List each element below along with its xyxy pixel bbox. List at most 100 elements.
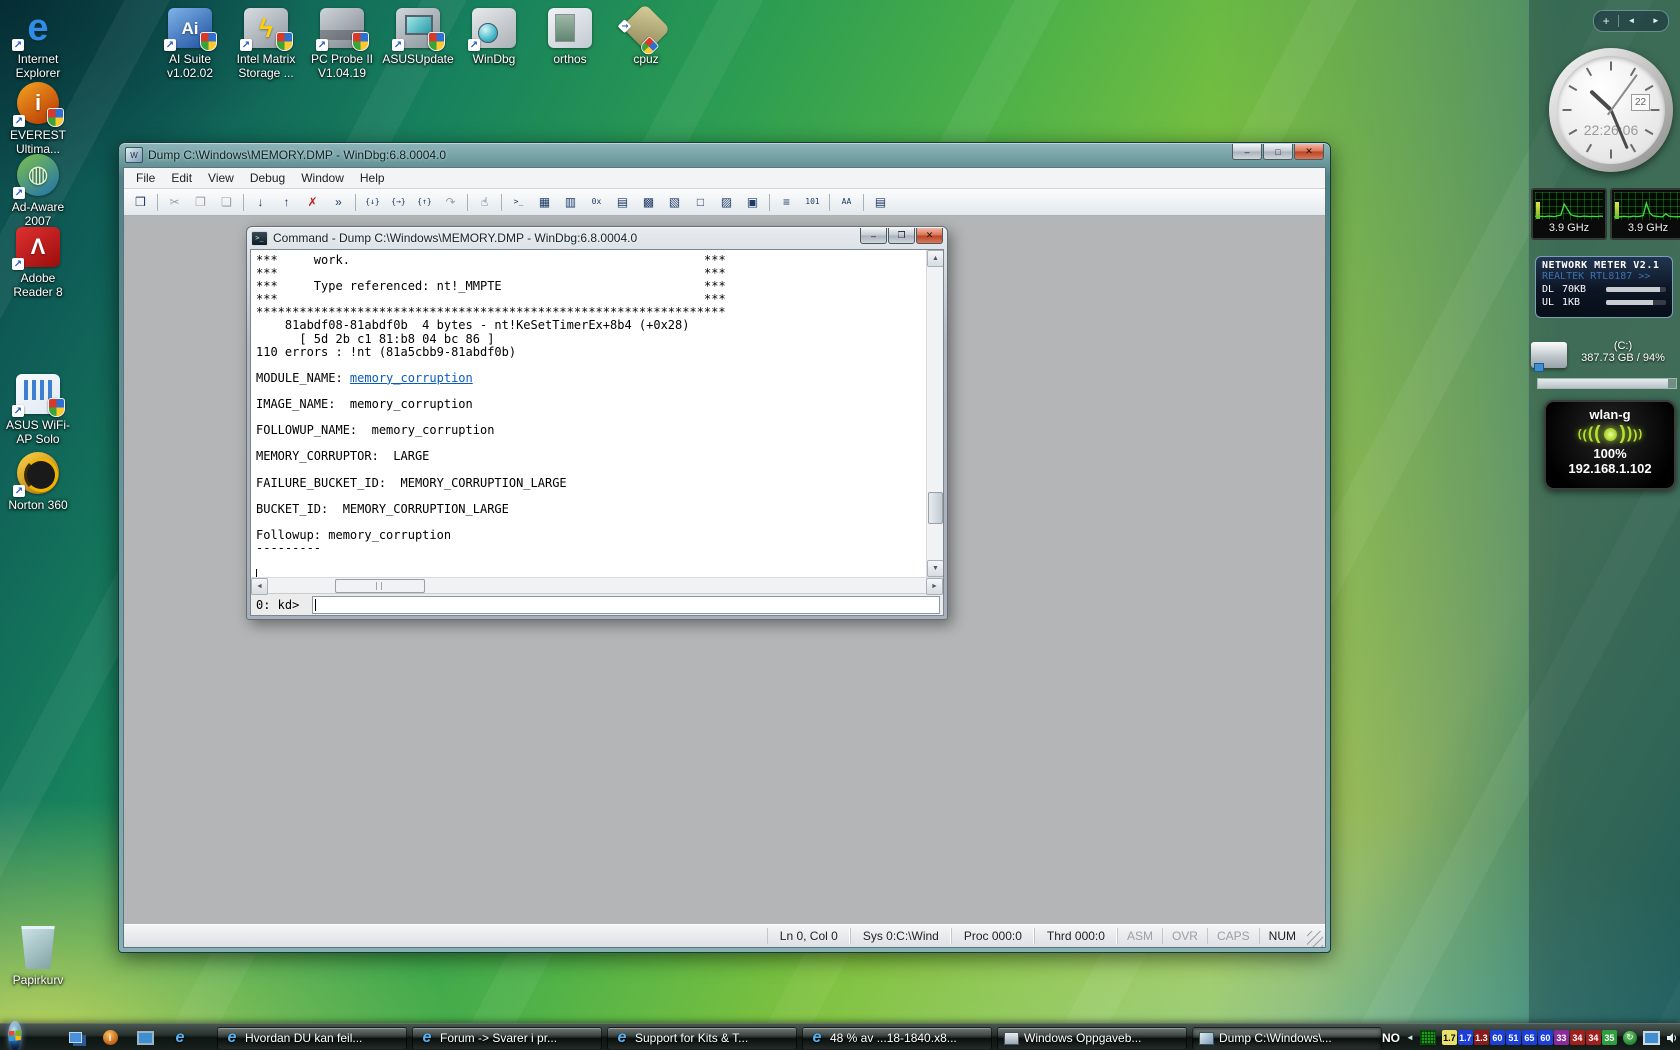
desktop-icon-recycle-bin[interactable]: Papirkurv	[0, 926, 76, 988]
taskbar-buttons: eHvordan DU kan feil...eForum -> Svarer …	[217, 1026, 1382, 1050]
desktop-icon-ai-suite[interactable]: Ai↗AI Suite v1.02.02	[152, 8, 228, 81]
minimize-button[interactable]: –	[1232, 144, 1262, 160]
desktop-icon-norton-360[interactable]: ↺↗Norton 360	[0, 452, 76, 513]
memory-corruption-link[interactable]: memory_corruption	[350, 371, 473, 385]
break-icon[interactable]: »	[326, 191, 351, 213]
command-browser-icon[interactable]: ▣	[740, 191, 765, 213]
taskbar-button-hvordan-du-kan-feil[interactable]: eHvordan DU kan feil...	[217, 1027, 407, 1050]
processes-window-icon[interactable]: ▨	[714, 191, 739, 213]
step-into-icon[interactable]: {↓}	[360, 191, 385, 213]
bars-detail	[24, 380, 52, 400]
start-button[interactable]	[8, 1021, 22, 1050]
command-window-icon[interactable]: >_	[506, 191, 531, 213]
add-gadget-button[interactable]: +	[1594, 12, 1618, 30]
locals-window-icon[interactable]: ▥	[558, 191, 583, 213]
update-tray-icon[interactable]: ↻	[1623, 1031, 1637, 1045]
display-tray-icon[interactable]	[1643, 1031, 1660, 1045]
open-source-file-icon[interactable]: ❒	[128, 191, 153, 213]
menu-debug[interactable]: Debug	[242, 170, 293, 186]
wlan-center-dot	[1604, 428, 1617, 441]
desktop-icon-orthos[interactable]: orthos	[532, 8, 608, 81]
step-over-icon[interactable]: {→}	[386, 191, 411, 213]
everest-tray-icon[interactable]: i	[99, 1027, 121, 1049]
horizontal-scrollbar[interactable]: ◄ ►	[251, 577, 943, 593]
step-out-icon[interactable]: {↑}	[412, 191, 437, 213]
network-activity-icon[interactable]	[1420, 1030, 1436, 1045]
prev-page-button[interactable]: ◄	[1619, 12, 1643, 30]
menu-edit[interactable]: Edit	[163, 170, 200, 186]
desktop-icon-ad-aware-2007[interactable]: ◍↗Ad-Aware 2007	[0, 154, 76, 229]
show-desktop-icon[interactable]	[134, 1027, 156, 1049]
taskbar-button-48-av-18-1840-x8[interactable]: e48 % av ...18-1840.x8...	[802, 1027, 992, 1050]
desktop-icon-asus-wifi-ap-solo[interactable]: ↗ASUS WiFi-AP Solo	[0, 374, 76, 447]
memory-window-icon[interactable]: ▤	[610, 191, 635, 213]
desktop-icon-intel-matrix-storage[interactable]: ϟ↗Intel Matrix Storage ...	[228, 8, 304, 81]
font-icon[interactable]: AA	[834, 191, 859, 213]
disassembly-window-icon[interactable]: ▧	[662, 191, 687, 213]
cpu-meter-gadget-core1[interactable]: 3.9 GHz	[1531, 188, 1607, 240]
desktop-icon-adobe-reader-8[interactable]: Λ↗Adobe Reader 8	[0, 227, 76, 300]
menu-window[interactable]: Window	[293, 170, 352, 186]
minimize-button[interactable]: –	[860, 228, 887, 244]
restore-button[interactable]: ❐	[888, 228, 915, 244]
volume-icon[interactable]	[1666, 1032, 1679, 1044]
tray-collapse-icon[interactable]: ◄	[1406, 1033, 1414, 1042]
keyboard-language-indicator[interactable]: NO	[1382, 1031, 1400, 1045]
menu-help[interactable]: Help	[352, 170, 393, 186]
close-button[interactable]: ✕	[916, 228, 943, 244]
clock-gadget[interactable]: 22 22:26:06	[1549, 48, 1673, 172]
maximize-button[interactable]: □	[1263, 144, 1293, 160]
scroll-right-button[interactable]: ►	[926, 578, 943, 595]
desktop-icon-windbg[interactable]: ↗WinDbg	[456, 8, 532, 81]
taskbar-button-dump-c-windows[interactable]: Dump C:\Windows\...	[1192, 1027, 1382, 1050]
breakpoint-icon[interactable]: ☝	[472, 191, 497, 213]
desktop-icon-cpuz[interactable]: ↗cpuz	[608, 8, 684, 81]
command-output-text: *** work.************ Type referenced: n…	[251, 250, 927, 577]
status-flag-asm: ASM	[1117, 928, 1162, 944]
wlan-signal-gadget[interactable]: wlan-g (((()))) 100% 192.168.1.102	[1544, 400, 1676, 490]
scratch-pad-icon[interactable]: □	[688, 191, 713, 213]
resize-grip[interactable]	[1307, 931, 1323, 947]
windbg-icon: ↗	[472, 8, 516, 48]
call-stack-window-icon[interactable]: ▩	[636, 191, 661, 213]
taskbar-button-support-for-kits-t[interactable]: eSupport for Kits & T...	[607, 1027, 797, 1050]
restart-icon[interactable]: ↑	[274, 191, 299, 213]
vertical-scroll-thumb[interactable]	[928, 492, 943, 524]
go-icon[interactable]: ↓	[248, 191, 273, 213]
scroll-left-button[interactable]: ◄	[251, 578, 268, 595]
horizontal-scroll-thumb[interactable]	[335, 579, 425, 593]
desktop-icon-asus-update[interactable]: ↗ASUSUpdate	[380, 8, 456, 81]
kd-command-input[interactable]	[312, 596, 940, 614]
shortcut-arrow-icon: ↗	[13, 115, 25, 127]
assembly-options-icon[interactable]: 101	[800, 191, 825, 213]
close-button[interactable]: ✕	[1294, 144, 1324, 160]
next-page-button[interactable]: ►	[1644, 12, 1668, 30]
desktop-icon-label: Adobe Reader 8	[0, 272, 76, 300]
scroll-up-button[interactable]: ▲	[927, 250, 943, 267]
vertical-scrollbar[interactable]: ▲ ▼	[926, 250, 943, 577]
console-line: ******	[256, 292, 927, 305]
command-titlebar[interactable]: >_ Command - Dump C:\Windows\MEMORY.DMP …	[247, 227, 947, 249]
cpu-meter-gadget-core2[interactable]: 3.9 GHz	[1610, 188, 1680, 240]
disk-space-gadget[interactable]: (C:) 387.73 GB / 94%	[1529, 338, 1680, 394]
desktop-icon-pc-probe[interactable]: ↗PC Probe II V1.04.19	[304, 8, 380, 81]
tray-monitor-badge: 51	[1506, 1030, 1521, 1045]
internet-explorer-icon[interactable]: e	[169, 1027, 191, 1049]
toolbar-separator	[863, 194, 864, 211]
switch-windows-icon[interactable]	[64, 1027, 86, 1049]
desktop-icon-internet-explorer[interactable]: e↗Internet Explorer	[0, 8, 76, 81]
registers-window-icon[interactable]: 0x	[584, 191, 609, 213]
watch-window-icon[interactable]: ▦	[532, 191, 557, 213]
network-meter-gadget[interactable]: NETWORK METER V2.1 REALTEK RTL8187 >> DL…	[1535, 256, 1673, 318]
menu-view[interactable]: View	[200, 170, 242, 186]
desktop-icon-everest-ultimate[interactable]: i↗EVEREST Ultima...	[0, 82, 76, 157]
toolbar-separator	[243, 194, 244, 211]
taskbar-button-forum-svarer-i-pr[interactable]: eForum -> Svarer i pr...	[412, 1027, 602, 1050]
source-mode-icon[interactable]: ≡	[774, 191, 799, 213]
options-icon[interactable]: ▤	[868, 191, 893, 213]
menu-file[interactable]: File	[128, 170, 163, 186]
windbg-titlebar[interactable]: W Dump C:\Windows\MEMORY.DMP - WinDbg:6.…	[119, 143, 1330, 167]
taskbar-button-windows-oppgaveb[interactable]: Windows Oppgaveb...	[997, 1027, 1187, 1050]
scroll-down-button[interactable]: ▼	[927, 560, 943, 577]
stop-debugging-icon[interactable]: ✗	[300, 191, 325, 213]
